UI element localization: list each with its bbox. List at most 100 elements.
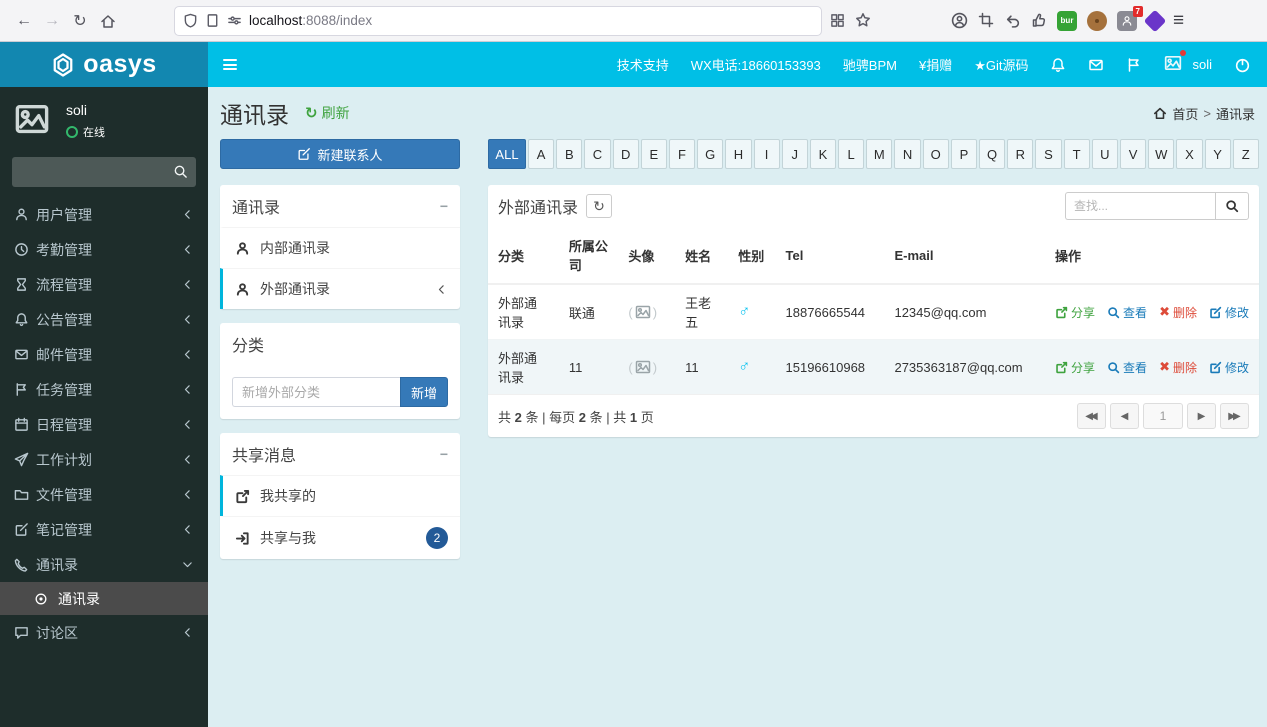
share-action[interactable]: 分享 (1055, 359, 1095, 376)
delete-action[interactable]: ✖ 删除 (1159, 359, 1197, 376)
alpha-letter-button[interactable]: Z (1232, 139, 1259, 169)
refresh-link[interactable]: ↻ 刷新 (305, 103, 350, 123)
first-page-button[interactable]: ◀◀ (1077, 403, 1106, 429)
sidebar-item-schedule[interactable]: 日程管理 (0, 407, 208, 442)
undo-icon[interactable] (1004, 12, 1021, 30)
alpha-letter-button[interactable]: W (1148, 139, 1175, 169)
view-action[interactable]: 查看 (1107, 359, 1147, 376)
alpha-letter-button[interactable]: U (1091, 139, 1118, 169)
sidebar-search-input[interactable] (20, 163, 173, 181)
user-menu[interactable]: soli (1164, 49, 1212, 76)
edit-action[interactable]: 修改 (1209, 359, 1249, 376)
sidebar-item-files[interactable]: 文件管理 (0, 477, 208, 512)
collapse-minus-icon[interactable]: − (440, 198, 448, 214)
new-category-input[interactable] (232, 377, 400, 407)
sidebar-search-icon[interactable] (173, 163, 188, 181)
thumb-extension-icon[interactable] (1031, 12, 1047, 30)
tasks-flag-icon[interactable] (1126, 57, 1142, 73)
prev-page-button[interactable]: ◀ (1110, 403, 1139, 429)
shared-with-me-item[interactable]: 共享与我 2 (220, 516, 460, 559)
cookie-extension-icon[interactable] (1087, 10, 1107, 31)
alpha-letter-button[interactable]: D (612, 139, 639, 169)
alpha-letter-button[interactable]: K (809, 139, 837, 169)
bookmark-star-icon[interactable] (855, 12, 871, 30)
alpha-letter-button[interactable]: E (640, 139, 667, 169)
nav-link-git[interactable]: ★Git源码 (974, 55, 1028, 74)
alpha-letter-button[interactable]: F (668, 139, 696, 169)
sidebar-item-tasks[interactable]: 任务管理 (0, 372, 208, 407)
alpha-all-button[interactable]: ALL (488, 139, 526, 169)
account-icon[interactable] (951, 12, 968, 30)
permissions-icon[interactable] (227, 13, 242, 28)
sidebar-item-workplan[interactable]: 工作计划 (0, 442, 208, 477)
alpha-letter-button[interactable]: A (528, 139, 555, 169)
logout-power-icon[interactable] (1234, 56, 1251, 73)
sidebar-item-workflow[interactable]: 流程管理 (0, 267, 208, 302)
alpha-letter-button[interactable]: R (1007, 139, 1034, 169)
table-search-input[interactable] (1065, 192, 1215, 220)
alpha-letter-button[interactable]: X (1176, 139, 1203, 169)
alpha-letter-button[interactable]: N (894, 139, 921, 169)
browser-reload-icon[interactable]: ↻ (66, 7, 94, 35)
alpha-letter-button[interactable]: T (1063, 139, 1090, 169)
page-action-icon[interactable] (830, 12, 845, 30)
alpha-letter-button[interactable]: M (866, 139, 893, 169)
internal-contacts-item[interactable]: 内部通讯录 (220, 227, 460, 268)
edit-action[interactable]: 修改 (1209, 304, 1249, 321)
sidebar-item-announcements[interactable]: 公告管理 (0, 302, 208, 337)
last-page-button[interactable]: ▶▶ (1220, 403, 1249, 429)
alpha-letter-button[interactable]: O (922, 139, 949, 169)
nav-link-bpm[interactable]: 驰骋BPM (843, 55, 897, 74)
collapse-minus-icon[interactable]: − (440, 446, 448, 462)
app-logo[interactable]: oasys (0, 42, 208, 87)
table-search-button[interactable] (1215, 192, 1249, 220)
external-contacts-item[interactable]: 外部通讯录 (220, 268, 460, 309)
badged-extension-icon[interactable]: 7 (1117, 5, 1143, 31)
reader-icon[interactable] (205, 13, 220, 28)
alpha-letter-button[interactable]: P (950, 139, 977, 169)
alpha-letter-button[interactable]: H (725, 139, 752, 169)
notifications-bell-icon[interactable] (1050, 57, 1066, 73)
sidebar-item-notes[interactable]: 笔记管理 (0, 512, 208, 547)
shared-by-me-item[interactable]: 我共享的 (220, 475, 460, 516)
alpha-letter-button[interactable]: J (781, 139, 808, 169)
address-bar[interactable]: localhost:8088/index (174, 5, 822, 36)
sidebar-subitem-contacts[interactable]: 通讯录 (0, 582, 208, 615)
alpha-letter-button[interactable]: S (1035, 139, 1062, 169)
browser-menu-icon[interactable]: ≡ (1173, 10, 1184, 32)
alpha-letter-button[interactable]: C (584, 139, 611, 169)
next-page-button[interactable]: ▶ (1187, 403, 1216, 429)
table-refresh-button[interactable]: ↻ (586, 194, 613, 218)
alpha-letter-button[interactable]: I (753, 139, 780, 169)
nav-link-donate[interactable]: ¥捐赠 (919, 55, 952, 74)
browser-home-icon[interactable] (94, 7, 122, 35)
browser-forward-icon[interactable]: → (38, 7, 66, 35)
sidebar-toggle-icon[interactable] (208, 42, 252, 87)
messages-envelope-icon[interactable] (1088, 57, 1104, 73)
nav-link-support[interactable]: 技术支持 (617, 55, 669, 74)
alpha-letter-button[interactable]: L (838, 139, 865, 169)
bur-extension-icon[interactable]: bur (1057, 10, 1077, 31)
alpha-letter-button[interactable]: Q (979, 139, 1006, 169)
add-category-button[interactable]: 新增 (400, 377, 448, 407)
alpha-letter-button[interactable]: G (697, 139, 724, 169)
sidebar-item-forum[interactable]: 讨论区 (0, 615, 208, 650)
view-action[interactable]: 查看 (1107, 304, 1147, 321)
purple-extension-icon[interactable] (1143, 9, 1167, 32)
alpha-letter-button[interactable]: V (1119, 139, 1147, 169)
sidebar-item-users[interactable]: 用户管理 (0, 197, 208, 232)
alpha-letter-button[interactable]: B (556, 139, 583, 169)
shield-icon[interactable] (183, 13, 198, 28)
sidebar-item-attendance[interactable]: 考勤管理 (0, 232, 208, 267)
delete-action[interactable]: ✖ 删除 (1159, 304, 1197, 321)
page-number-input[interactable] (1143, 403, 1183, 429)
sidebar-search[interactable] (12, 157, 196, 187)
share-action[interactable]: 分享 (1055, 304, 1095, 321)
browser-back-icon[interactable]: ← (10, 7, 38, 35)
screenshot-crop-icon[interactable] (978, 12, 994, 30)
sidebar-item-mail[interactable]: 邮件管理 (0, 337, 208, 372)
sidebar-item-contacts[interactable]: 通讯录 (0, 547, 208, 582)
alpha-letter-button[interactable]: Y (1204, 139, 1231, 169)
nav-link-wx-phone[interactable]: WX电话:18660153393 (691, 55, 821, 74)
new-contact-button[interactable]: 新建联系人 (220, 139, 460, 169)
